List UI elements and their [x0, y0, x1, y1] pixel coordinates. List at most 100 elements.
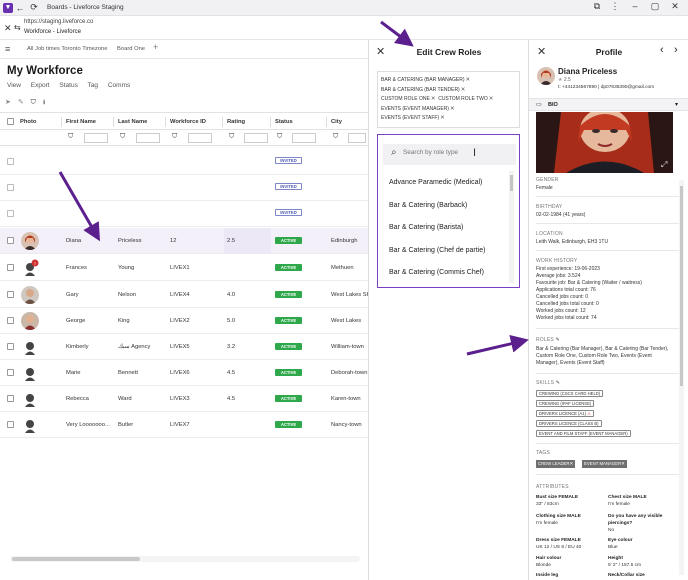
last-name-filter[interactable]: [136, 133, 160, 143]
edit-skills-icon[interactable]: ✎: [556, 380, 560, 386]
avatar: [21, 286, 39, 304]
role-option[interactable]: Bar & Catering (Chef de partie): [389, 247, 486, 254]
row-checkbox[interactable]: [7, 421, 14, 428]
remove-chip-icon[interactable]: ✕: [440, 115, 445, 121]
col-status[interactable]: Status: [275, 119, 293, 125]
col-city[interactable]: City: [331, 119, 342, 125]
next-icon[interactable]: ›: [674, 44, 678, 56]
col-first-name[interactable]: First Name: [66, 119, 96, 125]
remove-chip-icon[interactable]: ✕: [466, 77, 471, 83]
extensions-icon[interactable]: ⧉: [588, 1, 606, 12]
view-menu[interactable]: View: [7, 82, 21, 89]
col-workforce-id[interactable]: Workforce ID: [170, 119, 206, 125]
minimize-icon[interactable]: –: [626, 1, 644, 11]
reload-icon[interactable]: ⟳: [27, 2, 41, 13]
dropdown-scrollbar[interactable]: [509, 171, 514, 283]
maximize-icon[interactable]: ▢: [646, 1, 664, 12]
status-menu[interactable]: Status: [59, 82, 77, 89]
filter-icon[interactable]: ⛉: [31, 99, 36, 106]
tag-icon[interactable]: ✎: [18, 99, 24, 106]
remove-tag-icon[interactable]: ✕: [621, 461, 625, 466]
skill-chip: CREWING (IPAF LICENSE): [536, 400, 595, 407]
row-checkbox[interactable]: [7, 395, 14, 402]
role-option[interactable]: Bar & Catering (Barback): [389, 202, 467, 209]
filter-icon[interactable]: ⛉: [120, 133, 125, 141]
table-row[interactable]: INVITED: [0, 149, 368, 175]
row-checkbox[interactable]: [7, 343, 14, 350]
tab-all-job-times[interactable]: All Job times Toronto Timezone: [27, 46, 107, 52]
bio-section-header[interactable]: ▭ BIO ▾: [529, 98, 688, 111]
remove-chip-icon[interactable]: ✕: [450, 106, 455, 112]
filter-icon[interactable]: ⛉: [68, 133, 73, 141]
edit-roles-icon[interactable]: ✎: [556, 337, 560, 343]
hamburger-menu-icon[interactable]: ≡: [5, 44, 10, 54]
table-row[interactable]: Very Looooooo... Butler LIVEX7 ACTIVE Na…: [0, 412, 368, 438]
last-name-cell: Priceless: [118, 238, 142, 244]
expand-icon[interactable]: ⤢: [661, 160, 667, 170]
horizontal-scrollbar[interactable]: [10, 556, 360, 562]
back-icon[interactable]: ←: [13, 3, 27, 13]
remove-chip-icon[interactable]: ✕: [489, 96, 494, 102]
download-icon[interactable]: ⭳: [43, 99, 45, 106]
filter-icon[interactable]: ⛉: [172, 133, 177, 141]
table-row[interactable]: Kimberly سبك Agency LIVEX5 3.2 ACTIVE Wi…: [0, 334, 368, 360]
export-menu[interactable]: Export: [31, 82, 50, 89]
workforce-id-cell: LIVEX2: [170, 318, 190, 324]
remove-tag-icon[interactable]: ✕: [570, 461, 574, 466]
svg-text:!: !: [34, 261, 35, 266]
row-checkbox[interactable]: [7, 369, 14, 376]
first-name-cell: Rebecca: [66, 396, 89, 402]
comms-menu[interactable]: Comms: [108, 82, 130, 89]
table-row[interactable]: Rebecca Ward LIVEX3 4.5 ACTIVE Karen-tow…: [0, 386, 368, 412]
status-filter[interactable]: [292, 133, 316, 143]
col-last-name[interactable]: Last Name: [118, 119, 147, 125]
row-checkbox[interactable]: [7, 237, 14, 244]
table-row[interactable]: Marie Bennett LIVEX6 4.5 ACTIVE Deborah-…: [0, 360, 368, 386]
select-all-checkbox[interactable]: [7, 118, 14, 125]
last-name-cell: Bennett: [118, 370, 138, 376]
city-filter[interactable]: [348, 133, 366, 143]
previous-icon[interactable]: ‹: [660, 44, 664, 56]
table-row[interactable]: Diana Priceless 12 2.5 ACTIVE Edinburgh: [0, 228, 368, 254]
table-row[interactable]: INVITED: [0, 175, 368, 201]
url-text[interactable]: https://staging.liveforce.co: [24, 19, 93, 25]
avatar-placeholder-icon: [21, 416, 39, 434]
role-option[interactable]: Bar & Catering (Commis Chef): [389, 269, 484, 276]
rating-cell: 4.5: [227, 396, 236, 402]
tab-board-one[interactable]: Board One: [117, 46, 145, 52]
table-row[interactable]: INVITED: [0, 201, 368, 227]
role-option[interactable]: Advance Paramedic (Medical): [389, 179, 482, 186]
tag-menu[interactable]: Tag: [88, 82, 98, 89]
table-row[interactable]: Gary Nelson LIVEX4 4.0 ACTIVE West Lakes…: [0, 282, 378, 308]
workforce-id-filter[interactable]: [188, 133, 212, 143]
last-name-cell: سبك Agency: [118, 344, 151, 350]
close-icon[interactable]: ✕: [4, 23, 12, 34]
col-photo[interactable]: Photo: [20, 119, 36, 125]
role-search[interactable]: ⌕ I: [383, 144, 516, 165]
row-checkbox[interactable]: [7, 317, 14, 324]
swap-icon[interactable]: ⇆: [14, 23, 21, 32]
row-checkbox[interactable]: [7, 158, 14, 165]
row-checkbox[interactable]: [7, 291, 14, 298]
row-checkbox[interactable]: [7, 210, 14, 217]
remove-chip-icon[interactable]: ✕: [431, 96, 436, 102]
role-search-input[interactable]: [403, 149, 473, 156]
more-options-icon[interactable]: ⋮: [606, 1, 624, 12]
role-option[interactable]: Bar & Catering (Barista): [389, 224, 463, 231]
remove-chip-icon[interactable]: ✕: [461, 87, 466, 93]
send-icon[interactable]: ➤: [5, 99, 11, 106]
table-row[interactable]: George King LIVEX2 5.0 ACTIVE West Lakes: [0, 308, 368, 334]
filter-icon[interactable]: ⛉: [333, 133, 338, 141]
filter-icon[interactable]: ⛉: [229, 133, 234, 141]
first-name-filter[interactable]: [84, 133, 108, 143]
filter-icon[interactable]: ⛉: [277, 133, 282, 141]
row-checkbox[interactable]: [7, 264, 14, 271]
table-row[interactable]: ! Frances Young LIVEX1 ACTIVE Methuen: [0, 255, 368, 281]
rating-filter[interactable]: [244, 133, 268, 143]
col-rating[interactable]: Rating: [227, 119, 245, 125]
profile-scrollbar[interactable]: [679, 180, 684, 575]
add-tab-icon[interactable]: +: [153, 42, 158, 52]
attribute-label: Inside leg: [536, 573, 559, 578]
row-checkbox[interactable]: [7, 184, 14, 191]
close-window-icon[interactable]: ✕: [666, 1, 684, 12]
